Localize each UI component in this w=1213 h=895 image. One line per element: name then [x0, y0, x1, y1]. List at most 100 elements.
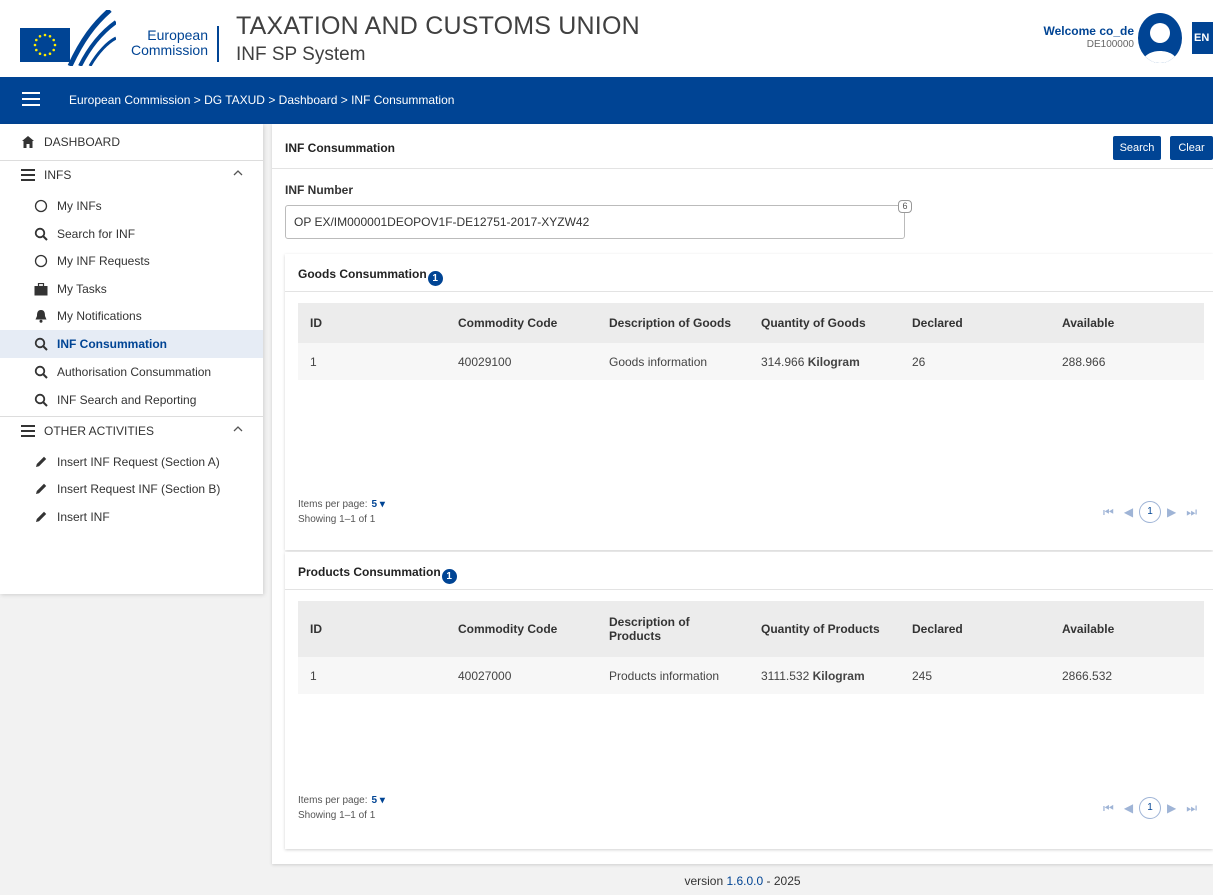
version-link[interactable]: 1.6.0.0 — [726, 874, 763, 888]
cell-quantity: 3111.532 Kilogram — [761, 669, 865, 683]
chevron-up-icon[interactable] — [233, 170, 243, 176]
goods-consummation-card: Goods Consummation 1 ID Commodity Code De… — [285, 254, 1213, 550]
sidebar-item-insert-request-inf-b[interactable]: Insert Request INF (Section B) — [0, 475, 263, 503]
sidebar-section-label: OTHER ACTIVITIES — [44, 423, 155, 438]
ec-name-line1: European — [147, 27, 208, 43]
col-header-declared[interactable]: Declared — [912, 622, 963, 636]
sidebar-item-search-for-inf[interactable]: Search for INF — [0, 220, 263, 248]
next-page-icon[interactable]: ▶ — [1167, 505, 1176, 519]
last-page-icon[interactable]: ⏭ — [1186, 801, 1197, 816]
sidebar-item-my-infs[interactable]: My INFs — [0, 192, 263, 220]
sidebar-item-my-inf-requests[interactable]: My INF Requests — [0, 247, 263, 275]
circle-icon — [33, 253, 49, 269]
next-page-icon[interactable]: ▶ — [1167, 801, 1176, 815]
pencil-icon — [33, 481, 49, 497]
quantity-unit: Kilogram — [807, 354, 860, 369]
cell-quantity: 314.966 Kilogram — [761, 355, 860, 369]
list-icon — [20, 423, 36, 439]
col-header-available[interactable]: Available — [1062, 316, 1114, 330]
welcome-text: Welcome co_de — [1043, 24, 1134, 38]
products-pagination: ⏮ ◀ 1 ▶ ⏭ — [1103, 797, 1197, 819]
items-per-page-select[interactable]: 5 ▾ — [371, 499, 384, 510]
cell-id: 1 — [310, 354, 317, 369]
col-header-description[interactable]: Description of Products — [609, 615, 719, 643]
col-header-commodity-code[interactable]: Commodity Code — [458, 316, 557, 330]
col-header-quantity[interactable]: Quantity of Goods — [761, 316, 866, 330]
home-icon — [20, 134, 36, 150]
search-button[interactable]: Search — [1113, 136, 1161, 160]
circle-icon — [33, 198, 49, 214]
products-table-header: ID Commodity Code Description of Product… — [298, 601, 1204, 657]
col-header-description[interactable]: Description of Goods — [609, 316, 731, 330]
breadcrumb-separator: > — [337, 93, 352, 107]
breadcrumb-bar: European Commission > DG TAXUD > Dashboa… — [0, 77, 1213, 124]
sidebar-item-inf-consummation[interactable]: INF Consummation — [0, 330, 263, 358]
col-header-id[interactable]: ID — [310, 622, 322, 636]
pencil-icon — [33, 509, 49, 525]
items-per-page-select[interactable]: 5 ▾ — [371, 795, 384, 806]
app-header: European Commission TAXATION AND CUSTOMS… — [0, 0, 1213, 77]
inf-number-label: INF Number — [285, 183, 354, 197]
inf-number-input[interactable]: OP EX/IM000001DEOPOV1F-DE12751-2017-XYZW… — [285, 205, 905, 239]
sidebar-item-label: Search for INF — [57, 227, 136, 241]
products-card-title: Products Consummation 1 — [298, 565, 457, 584]
col-header-commodity-code[interactable]: Commodity Code — [458, 622, 557, 636]
goods-card-title: Goods Consummation 1 — [298, 267, 443, 286]
breadcrumb-dg-taxud[interactable]: DG TAXUD — [204, 93, 265, 107]
sidebar-item-my-tasks[interactable]: My Tasks — [0, 275, 263, 303]
cell-declared: 26 — [912, 354, 926, 369]
goods-table: ID Commodity Code Description of Goods Q… — [298, 303, 1204, 380]
user-avatar-icon[interactable] — [1138, 13, 1182, 63]
breadcrumb-european-commission[interactable]: European Commission — [69, 93, 190, 107]
col-header-declared[interactable]: Declared — [912, 316, 963, 330]
search-icon — [33, 226, 49, 242]
clear-button[interactable]: Clear — [1170, 136, 1213, 160]
footer-suffix: - 2025 — [763, 874, 801, 888]
user-id: DE100000 — [1086, 39, 1134, 50]
cell-description: Goods information — [609, 354, 708, 369]
sidebar-item-label: My Tasks — [57, 282, 107, 296]
app-subtitle: INF SP System — [236, 44, 366, 65]
list-icon — [20, 167, 36, 183]
cell-available: 288.966 — [1062, 354, 1106, 369]
breadcrumb-dashboard[interactable]: Dashboard — [279, 93, 338, 107]
prev-page-icon[interactable]: ◀ — [1124, 505, 1133, 519]
sidebar-item-inf-search-reporting[interactable]: INF Search and Reporting — [0, 386, 263, 414]
language-selector[interactable]: EN — [1192, 22, 1213, 54]
first-page-icon[interactable]: ⏮ — [1103, 801, 1114, 816]
items-per-page: Items per page: 5 ▾ — [298, 497, 385, 512]
sidebar-item-insert-inf-request-a[interactable]: Insert INF Request (Section A) — [0, 448, 263, 476]
cell-declared: 245 — [912, 668, 933, 683]
items-per-page: Items per page: 5 ▾ — [298, 793, 385, 808]
sidebar-section-infs[interactable]: INFS — [0, 160, 263, 188]
first-page-icon[interactable]: ⏮ — [1103, 505, 1114, 520]
inf-number-count-badge: 6 — [898, 200, 912, 213]
sidebar-item-dashboard[interactable]: DASHBOARD — [0, 128, 263, 156]
footer-prefix: version — [684, 874, 727, 888]
sidebar-item-label: Insert Request INF (Section B) — [57, 482, 221, 496]
sidebar-item-authorisation-consummation[interactable]: Authorisation Consummation — [0, 358, 263, 386]
col-header-quantity[interactable]: Quantity of Products — [761, 622, 880, 636]
products-pager-info: Items per page: 5 ▾ Showing 1–1 of 1 — [298, 793, 385, 823]
table-row[interactable]: 1 40027000 Products information 3111.532… — [298, 657, 1204, 694]
quantity-value: 3111.532 — [761, 668, 810, 683]
sidebar-item-label: Insert INF Request (Section A) — [57, 455, 220, 469]
current-page-button[interactable]: 1 — [1139, 797, 1162, 819]
table-row[interactable]: 1 40029100 Goods information 314.966 Kil… — [298, 343, 1204, 380]
goods-title-text: Goods Consummation — [298, 267, 427, 281]
chevron-up-icon[interactable] — [233, 426, 243, 432]
sidebar-section-other-activities[interactable]: OTHER ACTIVITIES — [0, 416, 263, 444]
prev-page-icon[interactable]: ◀ — [1124, 801, 1133, 815]
sidebar-item-insert-inf[interactable]: Insert INF — [0, 503, 263, 531]
cell-commodity-code: 40027000 — [458, 668, 512, 683]
briefcase-icon — [33, 281, 49, 297]
col-header-id[interactable]: ID — [310, 316, 322, 330]
current-page-button[interactable]: 1 — [1139, 501, 1162, 523]
sidebar-item-my-notifications[interactable]: My Notifications — [0, 302, 263, 330]
european-commission-logo[interactable] — [20, 10, 116, 66]
items-per-page-label: Items per page: — [298, 795, 368, 806]
pencil-icon — [33, 454, 49, 470]
menu-toggle-icon[interactable] — [22, 92, 40, 108]
col-header-available[interactable]: Available — [1062, 622, 1114, 636]
last-page-icon[interactable]: ⏭ — [1186, 505, 1197, 520]
